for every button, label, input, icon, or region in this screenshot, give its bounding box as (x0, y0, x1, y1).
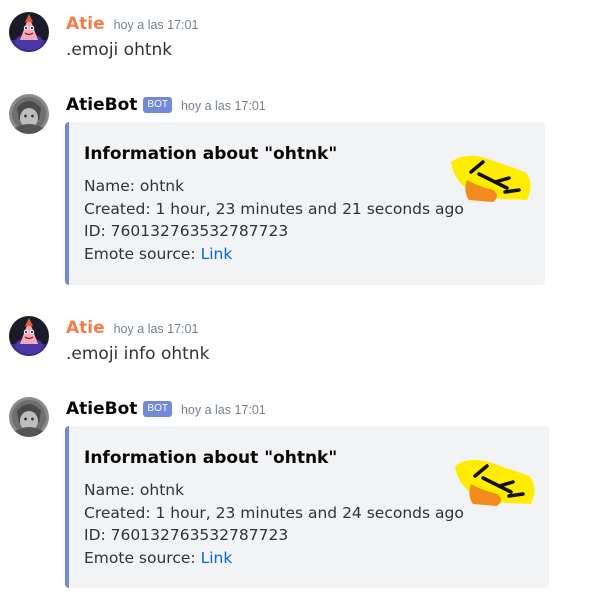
bot-avatar[interactable] (9, 94, 49, 134)
timestamp: hoy a las 17:01 (180, 403, 266, 417)
user-avatar[interactable] (9, 316, 49, 356)
field-label: Name: (84, 177, 135, 195)
author-name[interactable]: Atie (66, 14, 105, 34)
embed-field-id: ID: 760132763532787723 (84, 524, 464, 547)
field-label: ID: (84, 222, 106, 240)
field-label: Created: (84, 199, 151, 218)
message-content: .emoji info ohtnk (66, 344, 210, 364)
source-link[interactable]: Link (201, 549, 233, 567)
emoji-thumbnail[interactable] (449, 456, 539, 512)
timestamp: hoy a las 17:01 (113, 322, 199, 336)
embed-field-source: Emote source: Link (84, 243, 464, 266)
user-avatar[interactable] (9, 12, 49, 52)
source-link[interactable]: Link (201, 245, 233, 263)
author-name[interactable]: AtieBot (66, 399, 137, 419)
field-value: 1 hour, 23 minutes and 21 seconds ago (155, 199, 464, 218)
embed-field-source: Emote source: Link (84, 547, 464, 570)
author-name[interactable]: AtieBot (66, 95, 137, 115)
bot-badge: BOT (143, 97, 172, 113)
field-label: Emote source: (84, 244, 196, 263)
field-label: ID: (84, 526, 106, 544)
author-name[interactable]: Atie (66, 318, 105, 338)
field-value: ohtnk (139, 481, 185, 499)
message-content: .emoji ohtnk (66, 40, 173, 60)
field-value: 1 hour, 23 minutes and 24 seconds ago (155, 503, 464, 522)
field-label: Created: (84, 503, 151, 522)
timestamp: hoy a las 17:01 (113, 18, 199, 32)
embed-title: Information about "ohtnk" (84, 448, 338, 468)
field-value: 760132763532787723 (110, 526, 289, 544)
bot-avatar[interactable] (9, 397, 49, 437)
embed-title: Information about "ohtnk" (84, 144, 338, 164)
field-value: 760132763532787723 (110, 222, 289, 240)
field-label: Emote source: (84, 548, 196, 567)
embed: Information about "ohtnk" Name: ohtnk Cr… (65, 426, 549, 588)
embed-field-created: Created: 1 hour, 23 minutes and 21 secon… (84, 198, 464, 221)
bot-badge: BOT (143, 401, 172, 417)
field-label: Name: (84, 481, 135, 499)
embed-field-name: Name: ohtnk (84, 175, 464, 198)
embed-field-name: Name: ohtnk (84, 479, 464, 502)
field-value: ohtnk (139, 177, 185, 195)
embed-field-created: Created: 1 hour, 23 minutes and 24 secon… (84, 502, 464, 525)
emoji-thumbnail[interactable] (445, 152, 535, 208)
timestamp: hoy a las 17:01 (180, 99, 266, 113)
embed: Information about "ohtnk" Name: ohtnk Cr… (65, 122, 545, 285)
embed-field-id: ID: 760132763532787723 (84, 220, 464, 243)
